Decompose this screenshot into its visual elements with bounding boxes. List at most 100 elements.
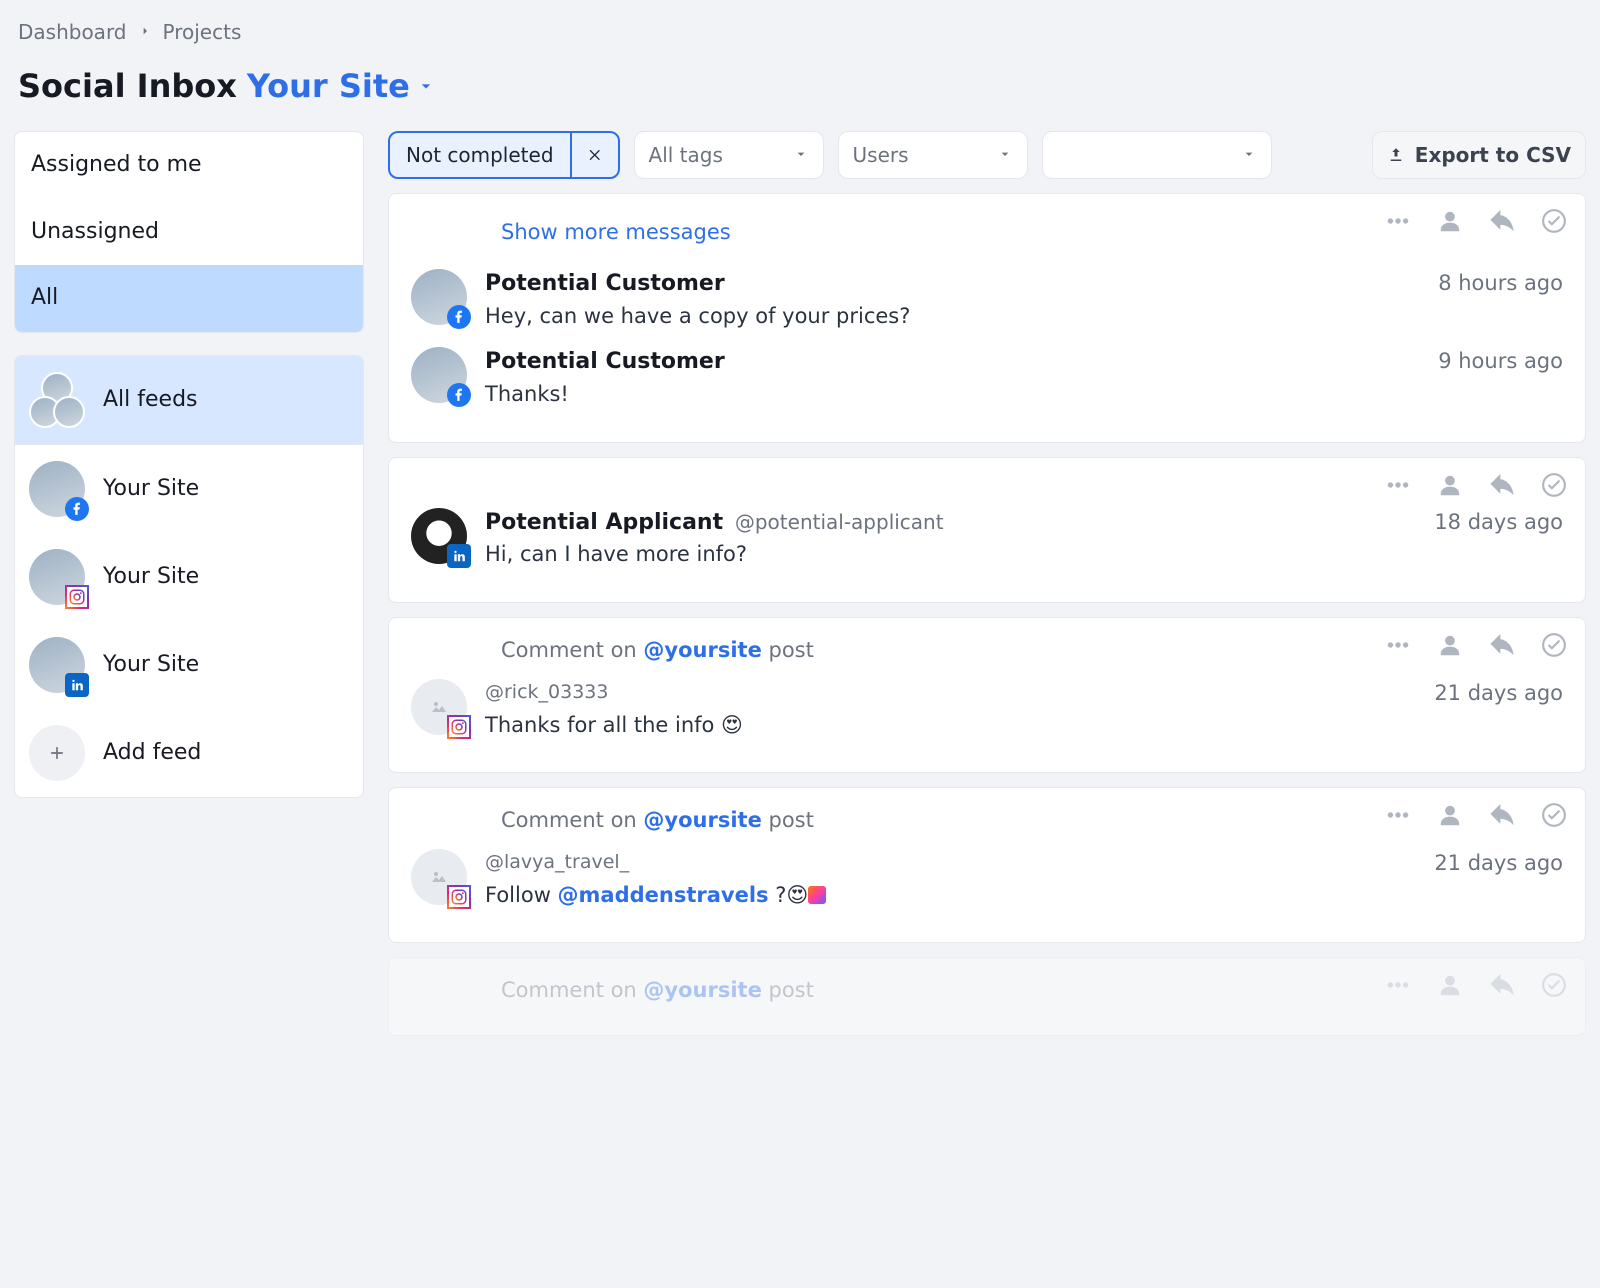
filter-extra[interactable]	[1042, 131, 1272, 179]
conversation-card[interactable]: Comment on @yoursite post @lavya_travel_…	[388, 787, 1586, 943]
filter-tags-label: All tags	[649, 141, 723, 169]
assign-user-icon[interactable]	[1437, 632, 1463, 658]
feed-label: Your Site	[103, 562, 199, 593]
complete-icon[interactable]	[1541, 632, 1567, 658]
conversation-card[interactable]: Potential Applicant @potential-applicant…	[388, 457, 1586, 603]
reply-icon[interactable]	[1489, 208, 1515, 234]
export-icon	[1387, 146, 1405, 164]
breadcrumb: Dashboard Projects	[14, 14, 1586, 64]
instagram-icon	[447, 715, 471, 739]
message-row: Potential Customer 9 hours ago Thanks!	[411, 339, 1563, 417]
sender-avatar	[411, 508, 467, 564]
sender-avatar	[411, 849, 467, 905]
facebook-icon	[447, 383, 471, 407]
reply-icon[interactable]	[1489, 472, 1515, 498]
feed-facebook[interactable]: Your Site	[15, 445, 363, 533]
feed-label: Your Site	[103, 650, 199, 681]
breadcrumb-projects[interactable]: Projects	[163, 18, 242, 46]
assign-user-icon[interactable]	[1437, 208, 1463, 234]
message-row: Potential Applicant @potential-applicant…	[411, 500, 1563, 578]
comment-site-mention[interactable]: @yoursite	[643, 808, 761, 832]
commenter-handle: @rick_03333	[485, 679, 608, 706]
add-feed-button[interactable]: Add feed	[15, 709, 363, 797]
more-icon[interactable]	[1385, 802, 1411, 828]
complete-icon[interactable]	[1541, 472, 1567, 498]
filter-tags[interactable]: All tags	[634, 131, 824, 179]
close-icon	[587, 147, 603, 163]
sender-avatar	[411, 347, 467, 403]
instagram-icon	[447, 885, 471, 909]
sidebar-filter-unassigned[interactable]: Unassigned	[15, 199, 363, 266]
complete-icon[interactable]	[1541, 208, 1567, 234]
message-row: Potential Customer 8 hours ago Hey, can …	[411, 261, 1563, 339]
conversation-card[interactable]: Comment on @yoursite post @rick_03333 21…	[388, 617, 1586, 773]
chevron-down-icon	[793, 141, 809, 169]
sender-name: Potential Customer	[485, 269, 725, 300]
sender-avatar	[411, 679, 467, 735]
filter-chip-not-completed[interactable]: Not completed	[388, 131, 620, 179]
message-time: 9 hours ago	[1422, 347, 1563, 376]
message-text: Hi, can I have more info?	[485, 540, 1563, 569]
complete-icon[interactable]	[1541, 802, 1567, 828]
complete-icon	[1541, 972, 1567, 998]
feeds-all-label: All feeds	[103, 385, 198, 416]
feed-avatar	[29, 637, 85, 693]
sidebar-filter-all[interactable]: All	[15, 265, 363, 332]
filter-users[interactable]: Users	[838, 131, 1028, 179]
reply-icon[interactable]	[1489, 632, 1515, 658]
linkedin-icon	[447, 544, 471, 568]
sender-handle: @potential-applicant	[735, 510, 944, 534]
feed-linkedin[interactable]: Your Site	[15, 621, 363, 709]
feed-instagram[interactable]: Your Site	[15, 533, 363, 621]
feed-avatar	[29, 549, 85, 605]
assign-user-icon[interactable]	[1437, 802, 1463, 828]
sidebar-filter-assigned[interactable]: Assigned to me	[15, 132, 363, 199]
comment-site-mention[interactable]: @yoursite	[643, 638, 761, 662]
placeholder-image-icon	[427, 865, 451, 889]
message-text: Thanks for all the info 😍	[485, 711, 1563, 740]
breadcrumb-dashboard[interactable]: Dashboard	[18, 18, 127, 46]
message-text: Thanks!	[485, 380, 1563, 409]
message-row: @rick_03333 21 days ago Thanks for all t…	[411, 671, 1563, 748]
site-switcher[interactable]: Your Site	[247, 64, 436, 109]
emoji-box-icon	[808, 886, 826, 904]
sender-name: Potential Applicant	[485, 510, 723, 535]
message-text: Follow @maddenstravels ?😍	[485, 881, 1563, 910]
message-time: 21 days ago	[1418, 679, 1563, 708]
assign-user-icon	[1437, 972, 1463, 998]
chevron-right-icon	[137, 18, 153, 46]
comment-context: Comment on @yoursite post	[411, 976, 1563, 1011]
message-text: Hey, can we have a copy of your prices?	[485, 302, 1563, 331]
sender-name: Potential Customer	[485, 347, 725, 378]
filter-chip-clear[interactable]	[570, 133, 618, 177]
filter-users-label: Users	[853, 141, 909, 169]
user-mention[interactable]: @maddenstravels	[558, 883, 769, 907]
linkedin-icon	[65, 673, 89, 697]
site-switcher-label: Your Site	[247, 64, 410, 109]
commenter-handle: @lavya_travel_	[485, 849, 629, 876]
more-icon[interactable]	[1385, 208, 1411, 234]
more-icon[interactable]	[1385, 632, 1411, 658]
feed-avatar	[29, 461, 85, 517]
sender-avatar	[411, 269, 467, 325]
all-feeds-avatar-cluster	[29, 372, 85, 428]
feeds-all[interactable]: All feeds	[15, 356, 363, 444]
chevron-down-icon	[416, 76, 436, 96]
message-row: @lavya_travel_ 21 days ago Follow @madde…	[411, 841, 1563, 918]
feeds-panel: All feeds Your Site Your Site	[14, 355, 364, 798]
message-time: 8 hours ago	[1422, 269, 1563, 298]
facebook-icon	[447, 305, 471, 329]
message-time: 21 days ago	[1418, 849, 1563, 878]
conversation-card[interactable]: Show more messages Potential Customer 8 …	[388, 193, 1586, 443]
assign-user-icon[interactable]	[1437, 472, 1463, 498]
filter-chip-label: Not completed	[390, 133, 570, 177]
instagram-icon	[65, 585, 89, 609]
export-label: Export to CSV	[1415, 141, 1571, 169]
feed-label: Your Site	[103, 474, 199, 505]
message-time: 18 days ago	[1418, 508, 1563, 537]
chevron-down-icon	[1241, 141, 1257, 169]
conversation-card: Comment on @yoursite post	[388, 957, 1586, 1036]
reply-icon[interactable]	[1489, 802, 1515, 828]
more-icon[interactable]	[1385, 472, 1411, 498]
export-csv-button[interactable]: Export to CSV	[1372, 131, 1586, 179]
